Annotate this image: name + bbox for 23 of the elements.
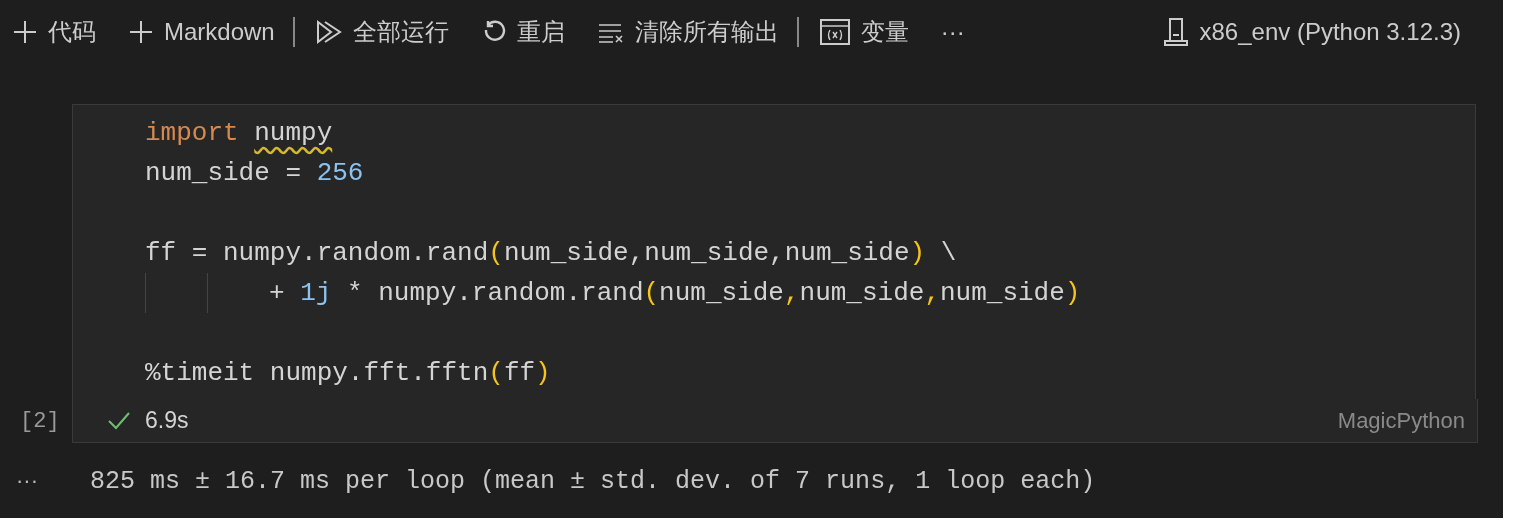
execution-time: 6.9s: [145, 407, 189, 434]
toolbar-button[interactable]: 代码: [4, 16, 104, 48]
more-button[interactable]: ···: [932, 18, 973, 46]
language-label[interactable]: MagicPython: [1337, 407, 1465, 434]
code-line: import numpy: [145, 117, 334, 150]
code-line: %timeit numpy.fft.fftn(ff): [145, 357, 552, 390]
variables-icon: [818, 18, 851, 46]
cell-output: 825 ms ± 16.7 ms per loop (mean ± std. dev. of 7 runs, 1 loop each): [90, 466, 1096, 496]
server-icon: [1163, 17, 1190, 47]
toolbar-button[interactable]: 重启: [472, 16, 573, 48]
output-menu-button[interactable]: ···: [0, 467, 72, 495]
toolbar-button[interactable]: 变量: [810, 16, 917, 48]
code-line: num_side = 256: [145, 157, 365, 190]
toolbar-button[interactable]: Markdown: [120, 18, 283, 46]
code-line: ff = numpy.random.rand(num_side,num_side,num_side) \: [145, 237, 958, 270]
kernel-picker[interactable]: x86_env (Python 3.12.3): [1155, 17, 1469, 47]
run-all-icon: [314, 19, 343, 45]
plus-icon: [128, 19, 154, 45]
toolbar-button[interactable]: 全部运行: [306, 16, 457, 48]
plus-icon: [12, 19, 38, 45]
execution-count: [2]: [20, 408, 60, 434]
toolbar-button[interactable]: 清除所有输出: [588, 16, 787, 48]
code-line: + 1j * numpy.random.rand(num_side,num_side,num_side): [145, 273, 1475, 313]
